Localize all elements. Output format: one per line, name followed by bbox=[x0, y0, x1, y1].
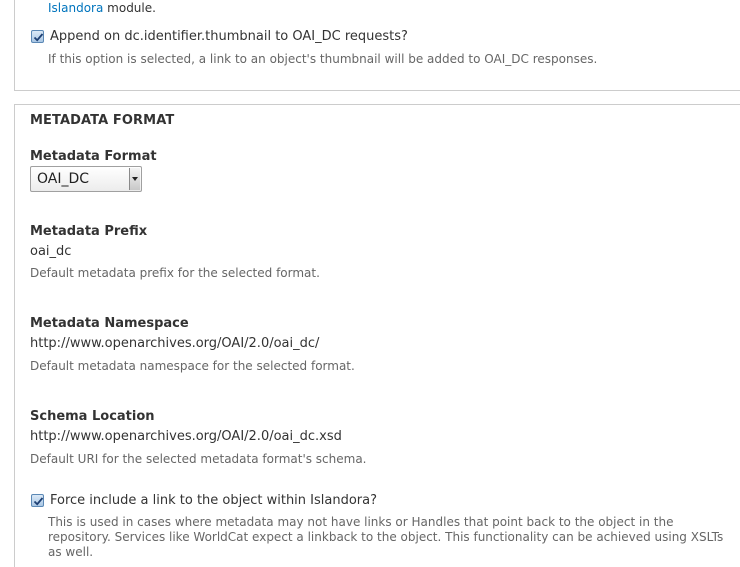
metadata-namespace-description: Default metadata namespace for the selec… bbox=[30, 359, 355, 373]
metadata-prefix-label: Metadata Prefix bbox=[30, 224, 148, 239]
dropdown-button[interactable] bbox=[129, 168, 140, 190]
islandora-link[interactable]: Islandora bbox=[48, 1, 103, 15]
schema-location-description: Default URI for the selected metadata fo… bbox=[30, 452, 367, 466]
metadata-format-select[interactable]: OAI_DC bbox=[30, 166, 142, 192]
force-link-checkbox[interactable] bbox=[31, 494, 44, 507]
metadata-prefix-value: oai_dc bbox=[30, 244, 72, 259]
append-thumbnail-label[interactable]: Append on dc.identifier.thumbnail to OAI… bbox=[50, 29, 408, 44]
module-suffix: module. bbox=[103, 1, 156, 15]
force-link-label[interactable]: Force include a link to the object withi… bbox=[50, 493, 377, 508]
checkmark-icon bbox=[33, 33, 44, 42]
metadata-prefix-description: Default metadata prefix for the selected… bbox=[30, 266, 320, 280]
metadata-format-selected-value: OAI_DC bbox=[37, 171, 90, 187]
metadata-namespace-value: http://www.openarchives.org/OAI/2.0/oai_… bbox=[30, 336, 320, 351]
append-thumbnail-checkbox[interactable] bbox=[31, 30, 44, 43]
append-thumbnail-description: If this option is selected, a link to an… bbox=[48, 52, 598, 66]
checkmark-icon bbox=[33, 497, 44, 506]
partial-module-text: Islandora module. bbox=[48, 1, 156, 15]
page: Islandora module. Append on dc.identifie… bbox=[0, 0, 740, 567]
force-link-description: This is used in cases where metadata may… bbox=[48, 515, 724, 559]
schema-location-value: http://www.openarchives.org/OAI/2.0/oai_… bbox=[30, 429, 342, 444]
metadata-format-legend: METADATA FORMAT bbox=[30, 113, 175, 128]
metadata-namespace-label: Metadata Namespace bbox=[30, 316, 189, 331]
schema-location-label: Schema Location bbox=[30, 409, 155, 424]
metadata-format-label: Metadata Format bbox=[30, 149, 157, 164]
chevron-down-icon bbox=[132, 177, 138, 181]
